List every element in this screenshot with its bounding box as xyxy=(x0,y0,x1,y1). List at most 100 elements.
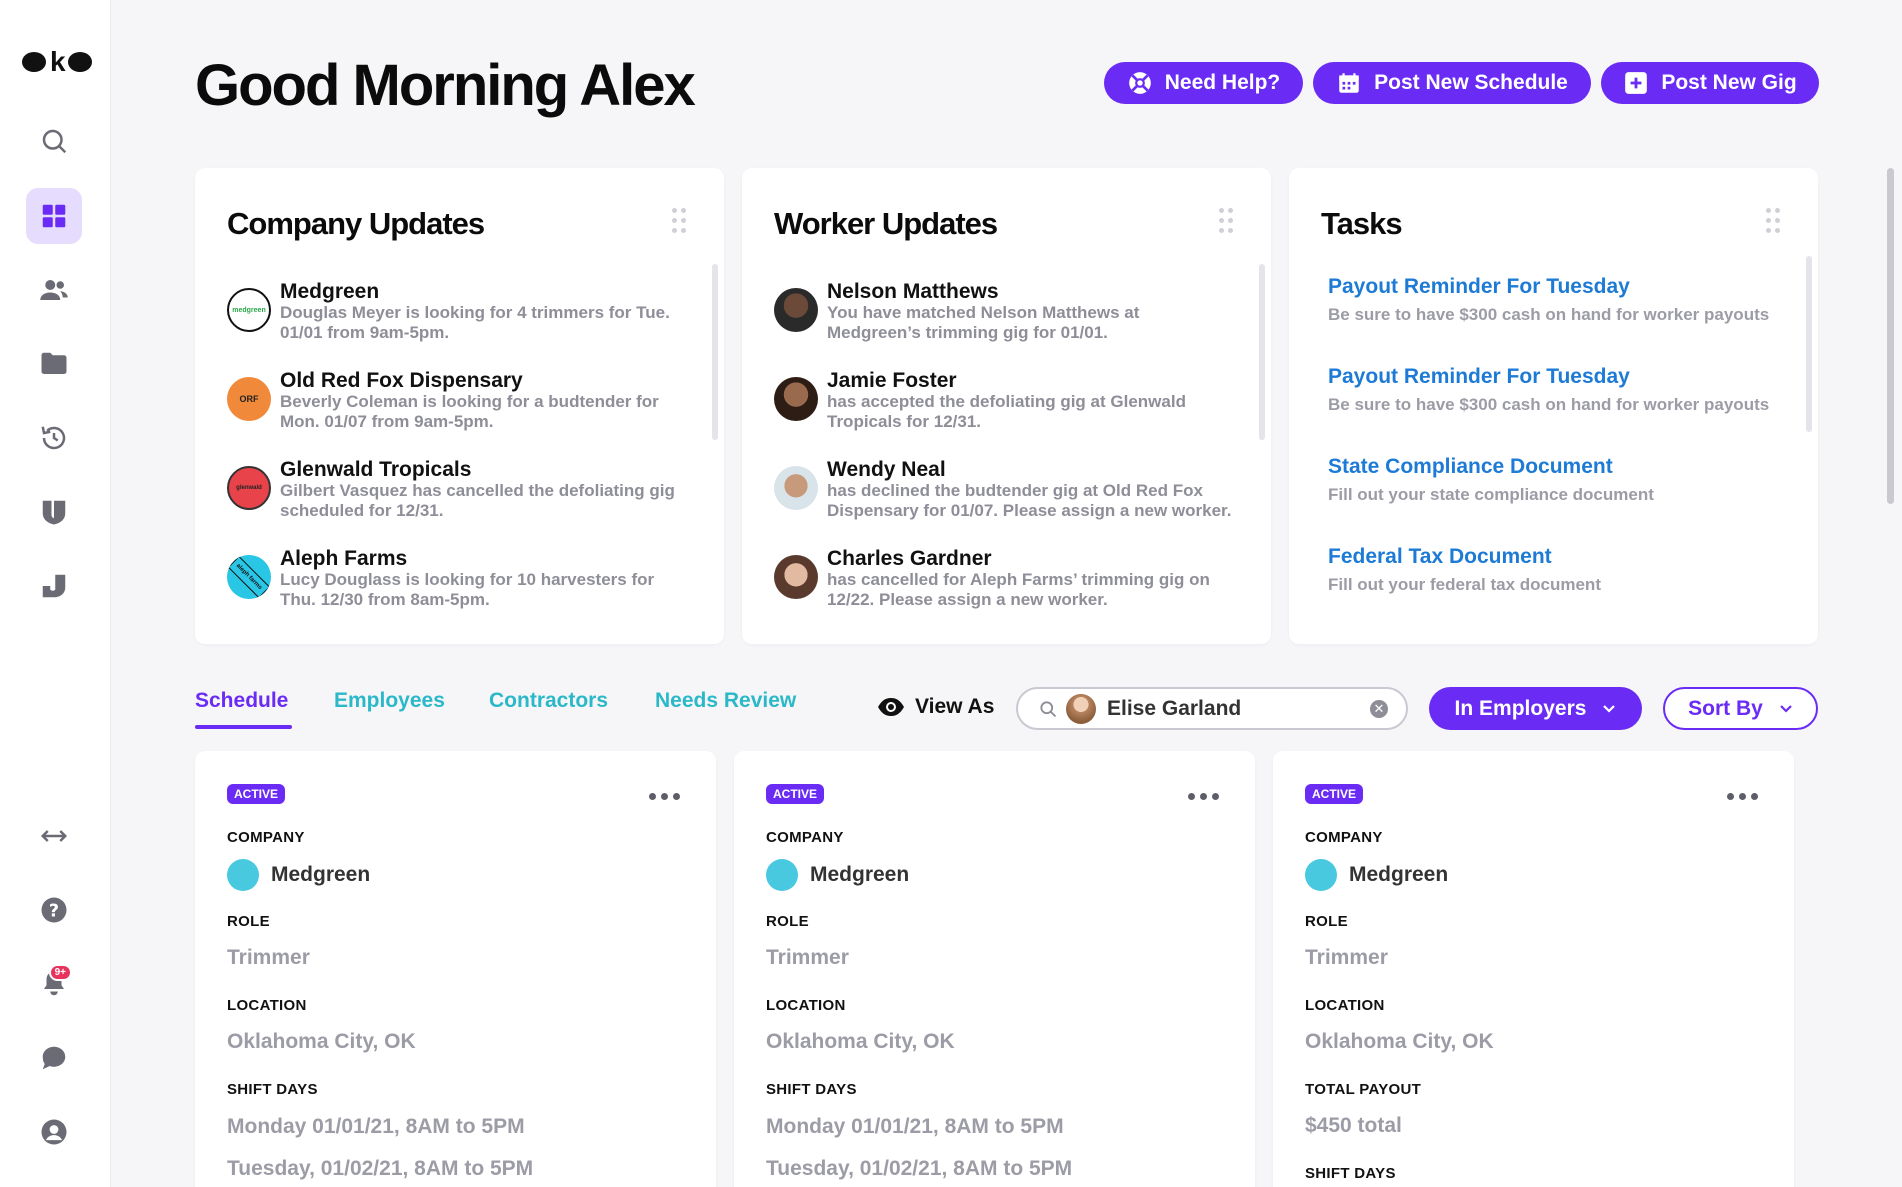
help-icon[interactable]: ? xyxy=(26,882,82,938)
shift-days-label: SHIFT DAYS xyxy=(766,1081,857,1098)
account-icon[interactable] xyxy=(26,1104,82,1160)
calendar-icon xyxy=(1339,73,1359,93)
worker-avatar xyxy=(774,466,818,510)
shift-day: Tuesday, 01/02/21, 8AM to 5PM xyxy=(766,1157,1073,1180)
history-icon[interactable] xyxy=(26,410,82,466)
task-description: Be sure to have $300 cash on hand for wo… xyxy=(1328,305,1770,324)
scrollbar[interactable] xyxy=(1259,264,1265,440)
list-item[interactable]: aleph farms Aleph Farms Lucy Douglass is… xyxy=(227,547,687,627)
more-options-icon[interactable] xyxy=(1188,793,1219,800)
list-item[interactable]: Nelson Matthews You have matched Nelson … xyxy=(774,280,1234,360)
post-new-schedule-button[interactable]: Post New Schedule xyxy=(1313,62,1591,104)
list-item[interactable]: ORF Old Red Fox Dispensary Beverly Colem… xyxy=(227,369,687,449)
task-title-link[interactable]: Payout Reminder For Tuesday xyxy=(1328,275,1798,299)
update-text: Gilbert Vasquez has cancelled the defoli… xyxy=(280,481,675,520)
company-label: COMPANY xyxy=(227,829,305,846)
chat-icon[interactable] xyxy=(26,1030,82,1086)
drag-handle-icon[interactable] xyxy=(672,208,686,234)
company-logo: ORF xyxy=(227,377,271,421)
active-tab-indicator xyxy=(195,725,292,729)
more-options-icon[interactable] xyxy=(649,793,680,800)
list-item[interactable]: glenwald Glenwald Tropicals Gilbert Vasq… xyxy=(227,458,687,538)
update-text: has declined the budtender gig at Old Re… xyxy=(827,481,1232,520)
list-item[interactable]: Jamie Foster has accepted the defoliatin… xyxy=(774,369,1234,449)
tab-needs-review[interactable]: Needs Review xyxy=(655,689,796,713)
chevron-down-icon xyxy=(1603,705,1616,713)
location-label: LOCATION xyxy=(227,997,307,1014)
task-item[interactable]: State Compliance Document Fill out your … xyxy=(1328,455,1798,505)
need-help-label: Need Help? xyxy=(1164,71,1281,94)
worker-avatar xyxy=(774,288,818,332)
documents-icon[interactable] xyxy=(26,558,82,614)
role-value: Trimmer xyxy=(1305,946,1388,969)
list-item[interactable]: medgreen Medgreen Douglas Meyer is looki… xyxy=(227,280,687,360)
schedule-card[interactable]: ACTIVE COMPANY Medgreen ROLE Trimmer LOC… xyxy=(195,751,716,1187)
schedule-card[interactable]: ACTIVE COMPANY Medgreen ROLE Trimmer LOC… xyxy=(734,751,1255,1187)
task-title-link[interactable]: Federal Tax Document xyxy=(1328,545,1798,569)
role-value: Trimmer xyxy=(227,946,310,969)
tab-employees[interactable]: Employees xyxy=(334,689,445,713)
sort-by-dropdown[interactable]: Sort By xyxy=(1663,687,1818,730)
list-item[interactable]: Charles Gardner has cancelled for Aleph … xyxy=(774,547,1234,627)
schedule-card[interactable]: ACTIVE COMPANY Medgreen ROLE Trimmer LOC… xyxy=(1273,751,1794,1187)
scrollbar[interactable] xyxy=(712,264,718,440)
task-item[interactable]: Federal Tax Document Fill out your feder… xyxy=(1328,545,1798,595)
employer-filter-dropdown[interactable]: In Employers xyxy=(1429,687,1642,730)
drag-handle-icon[interactable] xyxy=(1766,208,1780,234)
more-options-icon[interactable] xyxy=(1727,793,1758,800)
need-help-button[interactable]: Need Help? xyxy=(1104,62,1303,104)
drag-handle-icon[interactable] xyxy=(1219,208,1233,234)
location-value: Oklahoma City, OK xyxy=(766,1030,955,1053)
post-new-gig-button[interactable]: Post New Gig xyxy=(1601,62,1819,104)
page-scrollbar[interactable] xyxy=(1887,168,1894,504)
search-icon xyxy=(1040,700,1057,717)
shield-icon[interactable] xyxy=(26,484,82,540)
company-name: Medgreen xyxy=(280,280,380,303)
company-name: Aleph Farms xyxy=(280,547,408,570)
people-icon[interactable] xyxy=(26,262,82,318)
panel-title: Tasks xyxy=(1321,206,1403,241)
shift-days-label: SHIFT DAYS xyxy=(1305,1165,1396,1182)
company-row: Medgreen xyxy=(227,859,370,891)
worker-avatar xyxy=(774,377,818,421)
shift-days-label: SHIFT DAYS xyxy=(227,1081,318,1098)
clear-search-icon[interactable]: ✕ xyxy=(1370,699,1388,718)
company-label: COMPANY xyxy=(766,829,844,846)
status-badge: ACTIVE xyxy=(227,784,286,804)
post-new-gig-label: Post New Gig xyxy=(1661,71,1797,94)
role-value: Trimmer xyxy=(766,946,849,969)
shift-day: Tuesday, 01/02/21, 8AM to 5PM xyxy=(227,1157,534,1180)
location-label: LOCATION xyxy=(766,997,846,1014)
tab-contractors[interactable]: Contractors xyxy=(489,689,608,713)
scrollbar[interactable] xyxy=(1806,256,1812,432)
worker-name: Wendy Neal xyxy=(827,458,946,481)
tab-schedule[interactable]: Schedule xyxy=(195,689,288,713)
task-item[interactable]: Payout Reminder For Tuesday Be sure to h… xyxy=(1328,275,1798,325)
shift-day: Monday 01/01/21, 8AM to 5PM xyxy=(766,1115,1064,1138)
company-row: Medgreen xyxy=(766,859,909,891)
worker-name: Charles Gardner xyxy=(827,547,992,570)
task-description: Be sure to have $300 cash on hand for wo… xyxy=(1328,395,1770,414)
oko-logo[interactable]: k xyxy=(22,48,92,76)
search-icon[interactable] xyxy=(26,113,82,169)
folder-icon[interactable] xyxy=(26,336,82,392)
notifications-bell-icon[interactable]: 9+ xyxy=(26,956,82,1012)
view-as-search-input[interactable]: Elise Garland ✕ xyxy=(1016,687,1408,730)
chevron-down-icon xyxy=(1780,705,1792,713)
search-value: Elise Garland xyxy=(1107,696,1242,720)
task-item[interactable]: Payout Reminder For Tuesday Be sure to h… xyxy=(1328,365,1798,415)
task-description: Fill out your state compliance document xyxy=(1328,485,1654,504)
list-item[interactable]: Wendy Neal has declined the budtender gi… xyxy=(774,458,1234,538)
company-label: COMPANY xyxy=(1305,829,1383,846)
role-label: ROLE xyxy=(1305,913,1348,930)
selected-user-avatar xyxy=(1066,693,1096,724)
company-updates-panel: Company Updates medgreen Medgreen Dougla… xyxy=(195,168,724,644)
company-name: Medgreen xyxy=(1349,863,1449,886)
dashboard-icon[interactable] xyxy=(26,188,82,244)
task-title-link[interactable]: Payout Reminder For Tuesday xyxy=(1328,365,1798,389)
swap-arrows-icon[interactable] xyxy=(26,808,82,864)
company-name: Glenwald Tropicals xyxy=(280,458,472,481)
task-title-link[interactable]: State Compliance Document xyxy=(1328,455,1798,479)
notification-count-badge: 9+ xyxy=(48,964,72,981)
company-row: Medgreen xyxy=(1305,859,1448,891)
